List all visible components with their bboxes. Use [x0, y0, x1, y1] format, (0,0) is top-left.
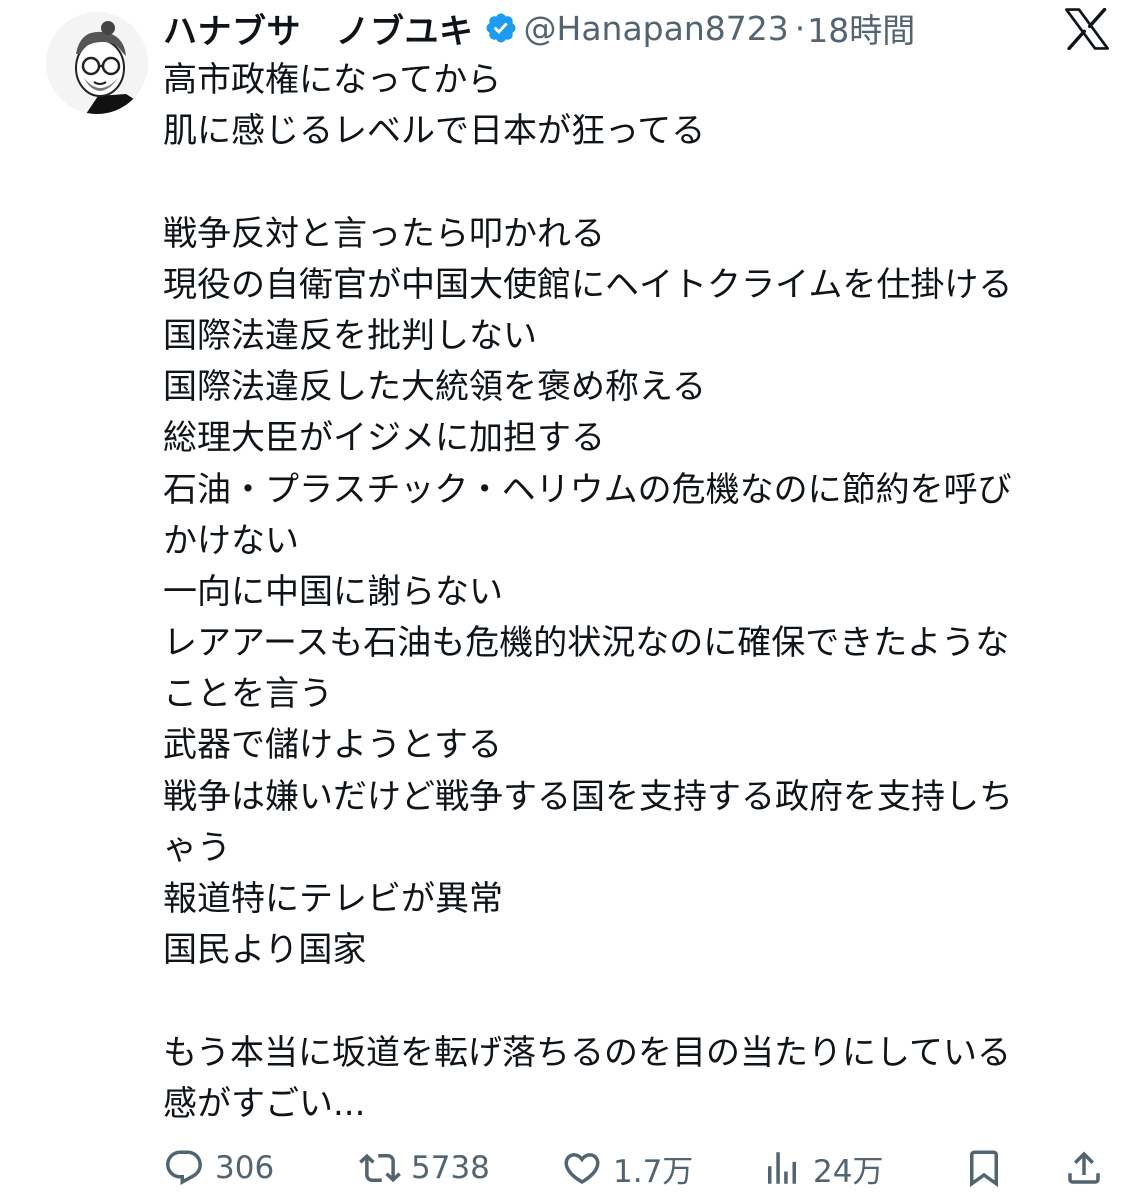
author-display-name[interactable]: ハナブサ ノブユキ — [163, 4, 474, 53]
tweet: ハナブサ ノブユキ @Hanapan8723 · 18時間 高市政権になってから… — [0, 0, 1130, 1200]
share-button[interactable] — [1063, 1140, 1105, 1196]
separator-dot: · — [794, 8, 806, 48]
retweet-count: 5738 — [411, 1150, 490, 1186]
tweet-text-line: ゃう — [163, 827, 231, 868]
timestamp[interactable]: 18時間 — [807, 4, 915, 52]
retweet-icon — [359, 1153, 401, 1183]
tweet-text-line: 武器で儲けようとする — [163, 725, 502, 766]
tweet-header: ハナブサ ノブユキ @Hanapan8723 · 18時間 — [163, 4, 915, 52]
tweet-text-line: 国際法違反を批判しない — [163, 315, 537, 356]
tweet-text-line: 高市政権になってから — [163, 60, 502, 100]
avatar[interactable] — [46, 12, 148, 114]
tweet-text-line: 現役の自衛官が中国大使館にヘイトクライムを仕掛ける — [163, 264, 1013, 305]
reply-icon — [166, 1150, 202, 1185]
share-icon — [1068, 1151, 1100, 1184]
views-count: 24万 — [813, 1153, 884, 1190]
tweet-text-line: かけない — [163, 520, 299, 561]
tweet-text-line: 戦争反対と言ったら叩かれる — [163, 213, 605, 254]
tweet-text-line: 国民より国家 — [163, 930, 367, 971]
bookmark-button[interactable] — [963, 1140, 1005, 1196]
reply-button[interactable]: 306 — [163, 1140, 274, 1196]
x-logo-icon[interactable] — [1064, 8, 1110, 50]
tweet-text-line: 報道特にテレビが異常 — [163, 879, 503, 919]
tweet-text-line: 肌に感じるレベルで日本が狂ってる — [163, 111, 706, 152]
reply-count: 306 — [215, 1150, 275, 1186]
tweet-text: 高市政権になってから肌に感じるレベルで日本が狂ってる 戦争反対と言ったら叩かれる現… — [163, 55, 1103, 1130]
tweet-text-line: 石油・プラスチック・ヘリウムの危機なのに節約を呼び — [163, 469, 1012, 510]
tweet-text-line: ことを言う — [163, 674, 333, 715]
like-count: 1.7万 — [613, 1153, 694, 1190]
action-bar: 306 5738 1.7万 24万 — [163, 1140, 1108, 1196]
heart-icon — [564, 1153, 600, 1185]
tweet-text-line: 戦争は嫌いだけど戦争する国を支持する政府を支持しち — [163, 776, 1013, 817]
tweet-text-line: 総理大臣がイジメに加担する — [163, 418, 605, 459]
like-button[interactable]: 1.7万 — [561, 1140, 693, 1196]
bookmark-icon — [970, 1150, 998, 1188]
views-icon — [768, 1152, 796, 1184]
views-button[interactable]: 24万 — [761, 1140, 883, 1196]
tweet-text-line: もう本当に坂道を転げ落ちるのを目の当たりにしている — [163, 1032, 1011, 1073]
tweet-text-line: レアアースも石油も危機的状況なのに確保できたような — [163, 623, 1010, 664]
author-handle[interactable]: @Hanapan8723 — [524, 9, 789, 48]
verified-badge-icon — [485, 13, 516, 43]
tweet-text-line: 感がすごい... — [163, 1083, 366, 1124]
tweet-text-line: 一向に中国に謝らない — [163, 571, 503, 612]
tweet-text-line: 国際法違反した大統領を褒め称える — [163, 367, 706, 408]
retweet-button[interactable]: 5738 — [359, 1140, 490, 1196]
